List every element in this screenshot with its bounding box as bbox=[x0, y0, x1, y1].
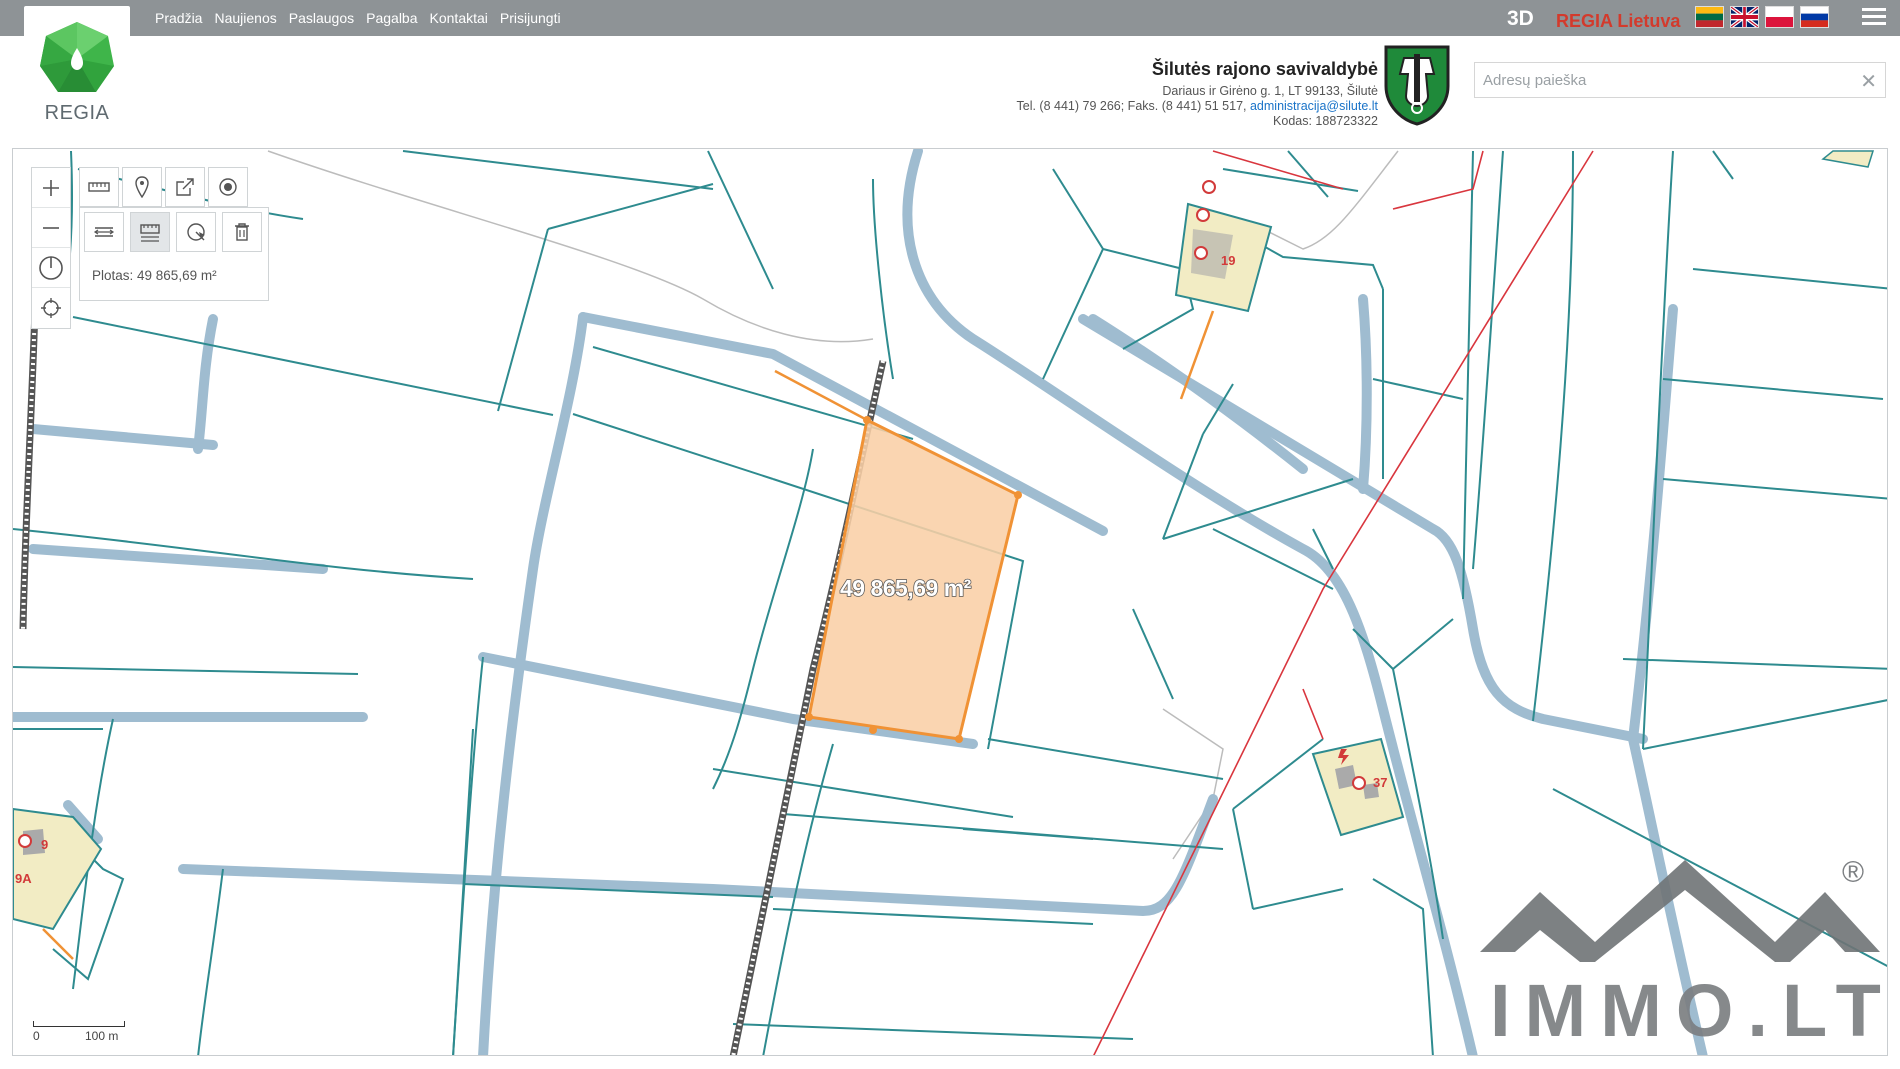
plot-number: 9A bbox=[15, 871, 32, 886]
gb-flag-icon[interactable] bbox=[1730, 6, 1759, 28]
radius-icon bbox=[187, 223, 205, 241]
search-clear-icon[interactable]: ✕ bbox=[1860, 69, 1877, 94]
plot-number: 37 bbox=[1373, 775, 1388, 790]
regia-logo[interactable]: REGIA bbox=[24, 6, 130, 128]
hamburger-menu-icon[interactable] bbox=[1862, 8, 1886, 28]
target-icon bbox=[219, 178, 237, 196]
measure-tool-button[interactable] bbox=[79, 167, 119, 207]
main-nav: Pradžia Naujienos Paslaugos Pagalba Kont… bbox=[155, 0, 561, 36]
zoom-out-button[interactable] bbox=[32, 208, 70, 248]
measure-panel: Plotas: 49 865,69 m² bbox=[79, 207, 269, 301]
lt-flag-icon[interactable] bbox=[1695, 6, 1724, 28]
zoom-control bbox=[31, 167, 71, 329]
nav-kontaktai[interactable]: Kontaktai bbox=[430, 10, 488, 26]
plot-number: 19 bbox=[1221, 253, 1236, 268]
ru-flag-icon[interactable] bbox=[1800, 6, 1829, 28]
crosshair-icon bbox=[41, 298, 61, 318]
nav-pagalba[interactable]: Pagalba bbox=[366, 10, 417, 26]
ruler-icon bbox=[88, 182, 110, 192]
clear-measure-button[interactable] bbox=[222, 212, 262, 252]
target-tool-button[interactable] bbox=[208, 167, 248, 207]
area-icon bbox=[140, 224, 160, 242]
marker-tool-button[interactable] bbox=[122, 167, 162, 207]
measure-radius-button[interactable] bbox=[176, 212, 216, 252]
nav-naujienos[interactable]: Naujienos bbox=[214, 10, 276, 26]
nav-prisijungti[interactable]: Prisijungti bbox=[500, 10, 561, 26]
scale-end-label: 100 m bbox=[85, 1029, 119, 1043]
watermark-text: IMMO.LT bbox=[1490, 969, 1895, 1052]
trash-icon bbox=[235, 223, 249, 241]
municipality-address: Dariaus ir Girėno g. 1, LT 99133, Šilutė bbox=[1162, 84, 1378, 98]
scale-start-label: 0 bbox=[33, 1029, 40, 1043]
nav-pradzia[interactable]: Pradžia bbox=[155, 10, 202, 26]
measure-distance-button[interactable] bbox=[84, 212, 124, 252]
address-search-input[interactable] bbox=[1475, 63, 1855, 97]
zoom-in-button[interactable] bbox=[32, 168, 70, 208]
municipality-email-link[interactable]: administracija@silute.lt bbox=[1250, 99, 1378, 113]
map-tools bbox=[79, 167, 248, 207]
language-flags bbox=[1695, 6, 1829, 28]
logo-text: REGIA bbox=[44, 102, 110, 124]
3d-button[interactable]: 3D bbox=[1507, 7, 1534, 31]
address-search: ✕ bbox=[1474, 62, 1886, 98]
area-label: 49 865,69 m² bbox=[839, 574, 972, 602]
locate-button[interactable] bbox=[32, 288, 70, 328]
measure-options bbox=[84, 212, 262, 252]
compass-icon bbox=[39, 255, 63, 280]
scale-bar: 0 100 m bbox=[33, 1015, 125, 1045]
map-pin-icon bbox=[135, 176, 149, 198]
railway bbox=[19, 308, 887, 1055]
regia-lietuva-link[interactable]: REGIA Lietuva bbox=[1556, 11, 1680, 32]
measure-area-button[interactable] bbox=[130, 212, 170, 252]
nav-paslaugos[interactable]: Paslaugos bbox=[289, 10, 354, 26]
municipality-contacts: Tel. (8 441) 79 266; Faks. (8 441) 51 51… bbox=[1017, 99, 1379, 114]
plot-number: 9 bbox=[41, 837, 49, 852]
top-bar: Pradžia Naujienos Paslaugos Pagalba Kont… bbox=[0, 0, 1900, 36]
share-icon bbox=[176, 178, 194, 196]
municipality-phone: Tel. (8 441) 79 266; Faks. (8 441) 51 51… bbox=[1016, 99, 1247, 113]
regia-logo-icon bbox=[40, 22, 114, 92]
share-button[interactable] bbox=[165, 167, 205, 207]
silute-crest-icon bbox=[1384, 45, 1450, 126]
municipality-info: Šilutės rajono savivaldybė Dariaus ir Gi… bbox=[1017, 58, 1379, 129]
plus-icon bbox=[43, 179, 59, 196]
pl-flag-icon[interactable] bbox=[1765, 6, 1794, 28]
distance-icon bbox=[93, 227, 115, 237]
watermark-registered: ® bbox=[1842, 856, 1865, 889]
measure-result: Plotas: 49 865,69 m² bbox=[92, 268, 217, 283]
compass-button[interactable] bbox=[32, 248, 70, 288]
municipality-name: Šilutės rajono savivaldybė bbox=[1151, 59, 1378, 79]
minus-icon bbox=[43, 226, 59, 229]
municipality-code: Kodas: 188723322 bbox=[1273, 114, 1378, 128]
